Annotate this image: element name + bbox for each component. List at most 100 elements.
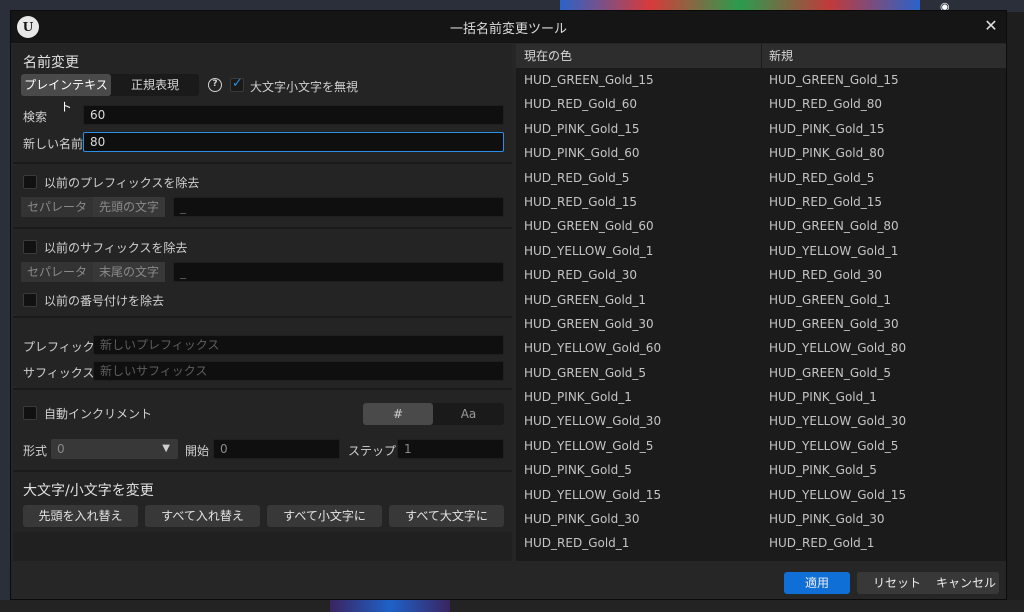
table-row[interactable]: HUD_PINK_Gold_30 HUD_PINK_Gold_30: [516, 507, 1006, 531]
table-row[interactable]: HUD_RED_Gold_1 HUD_RED_Gold_1: [516, 531, 1006, 555]
table-row[interactable]: HUD_GREEN_Gold_60 HUD_GREEN_Gold_80: [516, 214, 1006, 238]
new-name-cell: HUD_YELLOW_Gold_15: [769, 487, 907, 502]
uppercase-all-button[interactable]: すべて大文字に: [389, 505, 504, 527]
current-name-cell: HUD_YELLOW_Gold_60: [524, 341, 662, 356]
prefix-separator-chip[interactable]: セパレータ: [21, 197, 93, 217]
current-name-cell: HUD_GREEN_Gold_30: [524, 316, 654, 331]
suffix-separator-input[interactable]: _: [173, 262, 504, 282]
prefix-first-char-chip[interactable]: 先頭の文字: [93, 197, 165, 217]
table-row[interactable]: HUD_RED_Gold_60 HUD_RED_Gold_80: [516, 92, 1006, 116]
new-name-cell: HUD_YELLOW_Gold_80: [769, 341, 907, 356]
format-dropdown[interactable]: 0 ▼: [51, 439, 178, 459]
table-header: 現在の色 新規: [516, 44, 1006, 68]
apply-button[interactable]: 適用: [784, 572, 850, 594]
increment-type-number[interactable]: #: [363, 403, 433, 425]
table-row[interactable]: HUD_YELLOW_Gold_1 HUD_YELLOW_Gold_1: [516, 239, 1006, 263]
auto-increment-checkbox[interactable]: [23, 406, 37, 420]
auto-increment-section: 自動インクリメント # Aa 形式 0 ▼ 開始 0 ステップ 1: [13, 390, 512, 470]
new-name-cell: HUD_GREEN_Gold_30: [769, 316, 899, 331]
add-affix-section: プレフィック. 新しいプレフィックス サフィックス 新しいサフィックス: [13, 318, 512, 388]
current-name-cell: HUD_RED_Gold_15: [524, 194, 638, 209]
new-name-cell: HUD_GREEN_Gold_15: [769, 73, 899, 87]
new-name-cell: HUD_YELLOW_Gold_30: [769, 414, 907, 429]
new-name-cell: HUD_PINK_Gold_1: [769, 390, 877, 405]
column-divider[interactable]: [761, 44, 762, 68]
mode-plain-text[interactable]: プレインテキスト: [21, 74, 111, 114]
search-label: 検索: [23, 110, 48, 124]
start-input[interactable]: 0: [213, 439, 340, 459]
step-input[interactable]: 1: [397, 439, 504, 459]
cancel-button[interactable]: キャンセル: [933, 572, 999, 594]
table-row[interactable]: HUD_GREEN_Gold_1 HUD_GREEN_Gold_1: [516, 288, 1006, 312]
new-name-input[interactable]: 80: [83, 132, 504, 152]
column-header-new[interactable]: 新規: [769, 44, 793, 68]
ignore-case-checkbox[interactable]: [230, 76, 244, 92]
prefix-input[interactable]: 新しいプレフィックス: [93, 335, 504, 355]
new-name-cell: HUD_PINK_Gold_80: [769, 146, 885, 161]
editor-background-right: [1007, 12, 1024, 612]
rename-preview-table: 現在の色 新規 HUD_GREEN_Gold_15 HUD_GREEN_Gold_…: [516, 44, 1006, 561]
auto-increment-label: 自動インクリメント: [44, 407, 153, 421]
current-name-cell: HUD_YELLOW_Gold_15: [524, 487, 662, 502]
table-row[interactable]: HUD_YELLOW_Gold_5 HUD_YELLOW_Gold_5: [516, 434, 1006, 458]
table-row[interactable]: HUD_GREEN_Gold_5 HUD_GREEN_Gold_5: [516, 361, 1006, 385]
new-name-cell: HUD_GREEN_Gold_80: [769, 219, 899, 234]
current-name-cell: HUD_RED_Gold_60: [524, 97, 638, 112]
editor-background-left: [0, 12, 10, 612]
table-row[interactable]: HUD_GREEN_Gold_15 HUD_GREEN_Gold_15: [516, 68, 1006, 92]
remove-prefix-label: 以前のプレフィックスを除去: [44, 176, 200, 190]
table-row[interactable]: HUD_GREEN_Gold_30 HUD_GREEN_Gold_30: [516, 312, 1006, 336]
prefix-separator-input[interactable]: _: [173, 197, 504, 217]
case-change-heading: 大文字/小文字を変更: [23, 483, 154, 499]
new-name-cell: HUD_PINK_Gold_30: [769, 512, 885, 527]
current-name-cell: HUD_PINK_Gold_15: [524, 121, 640, 136]
new-name-label: 新しい名前: [23, 137, 84, 151]
suffix-input[interactable]: 新しいサフィックス: [93, 361, 504, 381]
table-row[interactable]: HUD_PINK_Gold_5 HUD_PINK_Gold_5: [516, 458, 1006, 482]
mode-regex[interactable]: 正規表現: [111, 74, 199, 96]
increment-type-letter[interactable]: Aa: [433, 403, 504, 425]
current-name-cell: HUD_PINK_Gold_30: [524, 512, 640, 527]
current-name-cell: HUD_YELLOW_Gold_1: [524, 243, 654, 258]
suffix-last-char-chip[interactable]: 末尾の文字: [93, 262, 165, 282]
remove-suffix-checkbox[interactable]: [23, 240, 37, 254]
capitalize-first-button[interactable]: 先頭を入れ替え: [23, 505, 138, 527]
increment-type-toggle: # Aa: [363, 403, 504, 425]
swap-all-case-button[interactable]: すべて入れ替え: [145, 505, 260, 527]
column-header-current[interactable]: 現在の色: [524, 44, 572, 68]
current-name-cell: HUD_YELLOW_Gold_5: [524, 438, 654, 453]
close-icon[interactable]: ✕: [979, 14, 1003, 38]
current-name-cell: HUD_PINK_Gold_5: [524, 463, 632, 478]
lowercase-all-button[interactable]: すべて小文字に: [267, 505, 382, 527]
table-row[interactable]: HUD_RED_Gold_5 HUD_RED_Gold_5: [516, 166, 1006, 190]
new-name-cell: HUD_GREEN_Gold_5: [769, 365, 892, 380]
table-row[interactable]: HUD_RED_Gold_30 HUD_RED_Gold_30: [516, 263, 1006, 287]
table-row[interactable]: HUD_YELLOW_Gold_30 HUD_YELLOW_Gold_30: [516, 409, 1006, 433]
new-name-cell: HUD_RED_Gold_80: [769, 97, 883, 112]
rename-section: 名前変更 プレインテキスト 正規表現 ? 大文字小文字を無視 検索 60 新しい…: [13, 44, 512, 162]
remove-numbering-checkbox[interactable]: [23, 293, 37, 307]
table-row[interactable]: HUD_RED_Gold_15 HUD_RED_Gold_15: [516, 190, 1006, 214]
current-name-cell: HUD_PINK_Gold_60: [524, 146, 640, 161]
current-name-cell: HUD_GREEN_Gold_15: [524, 73, 654, 87]
rename-options-panel: 名前変更 プレインテキスト 正規表現 ? 大文字小文字を無視 検索 60 新しい…: [13, 44, 512, 561]
format-value: 0: [57, 442, 65, 456]
table-row[interactable]: HUD_YELLOW_Gold_60 HUD_YELLOW_Gold_80: [516, 336, 1006, 360]
remove-prefix-checkbox[interactable]: [23, 175, 37, 189]
new-name-cell: HUD_RED_Gold_15: [769, 194, 883, 209]
current-name-cell: HUD_RED_Gold_5: [524, 170, 630, 185]
current-name-cell: HUD_RED_Gold_1: [524, 536, 630, 551]
help-icon[interactable]: ?: [208, 78, 222, 92]
prefix-label: プレフィック.: [23, 340, 99, 354]
remove-numbering-label: 以前の番号付けを除去: [44, 294, 165, 308]
table-row[interactable]: HUD_PINK_Gold_15 HUD_PINK_Gold_15: [516, 117, 1006, 141]
step-label: ステップ: [348, 444, 397, 458]
table-row[interactable]: HUD_PINK_Gold_60 HUD_PINK_Gold_80: [516, 141, 1006, 165]
table-row[interactable]: HUD_PINK_Gold_1 HUD_PINK_Gold_1: [516, 385, 1006, 409]
reset-button[interactable]: リセット: [857, 572, 937, 594]
suffix-separator-chip[interactable]: セパレータ: [21, 262, 93, 282]
new-name-cell: HUD_RED_Gold_1: [769, 536, 875, 551]
title-bar: U 一括名前変更ツール ✕: [11, 11, 1006, 43]
search-input[interactable]: 60: [83, 105, 504, 125]
table-row[interactable]: HUD_YELLOW_Gold_15 HUD_YELLOW_Gold_15: [516, 483, 1006, 507]
